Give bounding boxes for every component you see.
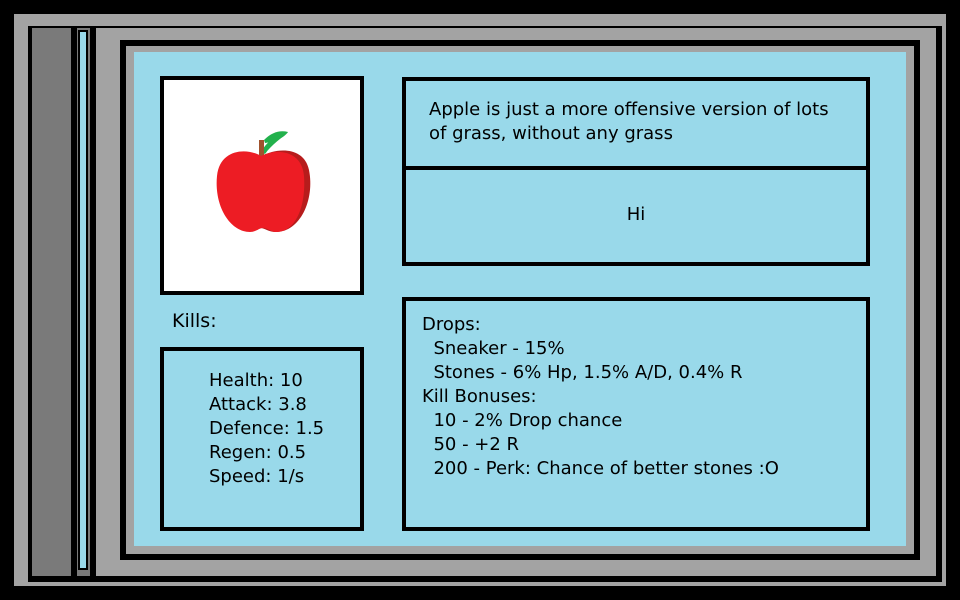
drops-box: Drops: Sneaker - 15% Stones - 6% Hp, 1.5… — [402, 297, 870, 531]
kill-bonuses-heading: Kill Bonuses: — [422, 386, 537, 407]
stat-defence: Defence: 1.5 — [209, 418, 325, 439]
drops-heading: Drops: — [422, 314, 481, 335]
drop-item: Stones - 6% Hp, 1.5% A/D, 0.4% R — [422, 362, 743, 383]
message-text: Hi — [626, 203, 646, 225]
kill-bonus-item: 200 - Perk: Chance of better stones :O — [422, 458, 779, 479]
stat-regen: Regen: 0.5 — [209, 442, 307, 463]
kill-bonus-item: 10 - 2% Drop chance — [422, 410, 623, 431]
kill-bonus-item: 50 - +2 R — [422, 434, 520, 455]
kills-label: Kills: — [172, 310, 217, 332]
stat-health: Health: 10 — [209, 370, 303, 391]
description-text: Apple is just a more offensive version o… — [429, 99, 829, 144]
stats-box: Health: 10 Attack: 3.8 Defence: 1.5 Rege… — [160, 347, 364, 531]
drop-item: Sneaker - 15% — [422, 338, 565, 359]
enemy-portrait — [160, 76, 364, 295]
stat-attack: Attack: 3.8 — [209, 394, 307, 415]
description-box: Apple is just a more offensive version o… — [402, 77, 870, 170]
sidebar-divider — [71, 28, 77, 576]
sidebar-scrollbar-track[interactable] — [80, 32, 86, 568]
message-box: Hi — [402, 166, 870, 266]
stat-speed: Speed: 1/s — [209, 466, 305, 487]
apple-icon — [216, 131, 311, 232]
